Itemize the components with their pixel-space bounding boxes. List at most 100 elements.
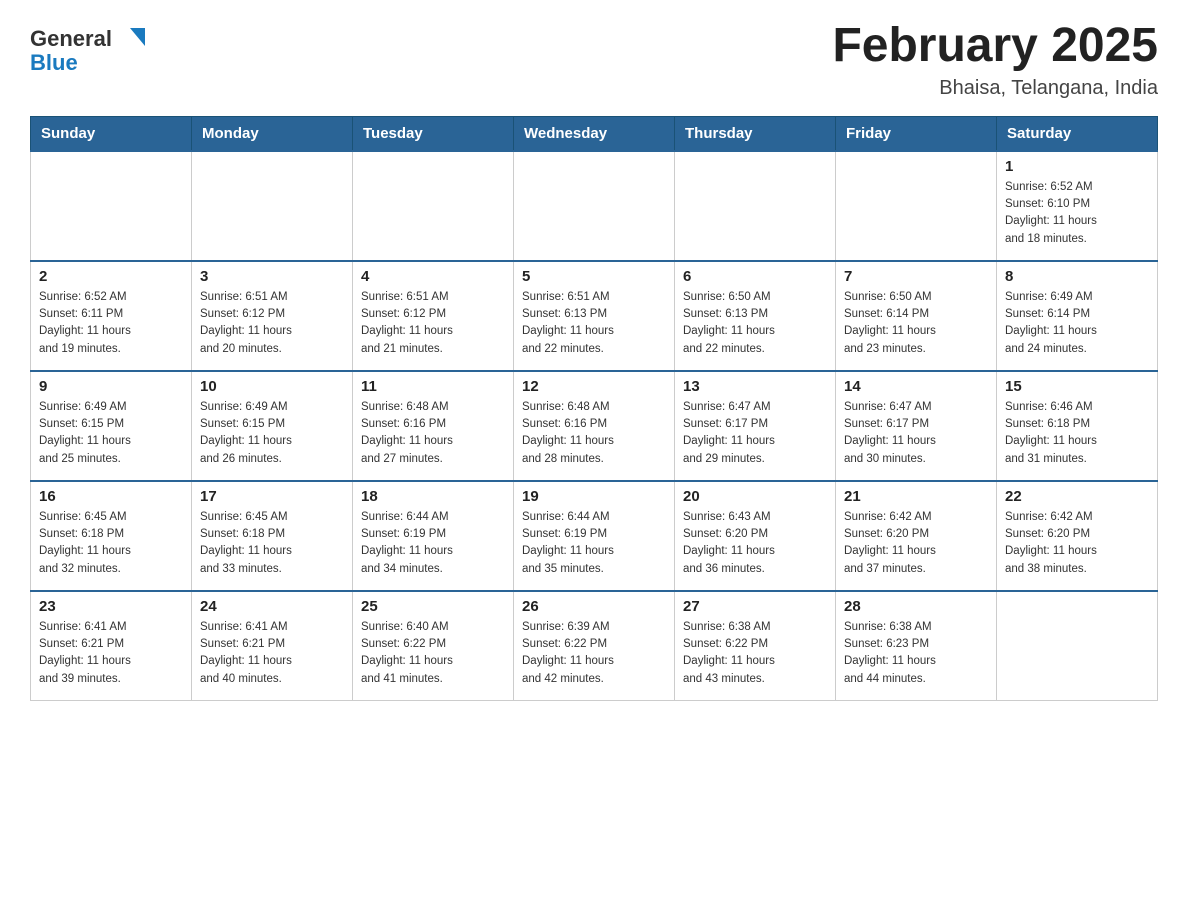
calendar-cell: 8 Sunrise: 6:49 AMSunset: 6:14 PMDaylight… xyxy=(997,261,1158,371)
day-number: 7 xyxy=(844,268,988,285)
day-number: 17 xyxy=(200,488,344,505)
day-info: Sunrise: 6:52 AMSunset: 6:11 PMDaylight:… xyxy=(39,289,183,358)
day-number: 11 xyxy=(361,378,505,395)
svg-text:General: General xyxy=(30,26,112,51)
day-info: Sunrise: 6:42 AMSunset: 6:20 PMDaylight:… xyxy=(1005,509,1149,578)
header-monday: Monday xyxy=(192,116,353,151)
calendar-cell: 3 Sunrise: 6:51 AMSunset: 6:12 PMDaylight… xyxy=(192,261,353,371)
calendar-cell: 6 Sunrise: 6:50 AMSunset: 6:13 PMDaylight… xyxy=(675,261,836,371)
day-info: Sunrise: 6:49 AMSunset: 6:15 PMDaylight:… xyxy=(200,399,344,468)
day-number: 26 xyxy=(522,598,666,615)
day-info: Sunrise: 6:44 AMSunset: 6:19 PMDaylight:… xyxy=(361,509,505,578)
logo-svg: General Blue xyxy=(30,20,160,75)
calendar-cell: 17 Sunrise: 6:45 AMSunset: 6:18 PMDayligh… xyxy=(192,481,353,591)
month-title: February 2025 xyxy=(832,20,1158,73)
calendar-cell: 28Sunrise: 6:38 AMSunset: 6:23 PMDayligh… xyxy=(836,591,997,701)
day-number: 18 xyxy=(361,488,505,505)
svg-text:Blue: Blue xyxy=(30,50,78,75)
calendar-cell: 7 Sunrise: 6:50 AMSunset: 6:14 PMDaylight… xyxy=(836,261,997,371)
weekday-header-row: Sunday Monday Tuesday Wednesday Thursday… xyxy=(31,116,1158,151)
day-number: 2 xyxy=(39,268,183,285)
day-number: 14 xyxy=(844,378,988,395)
calendar-cell xyxy=(836,151,997,261)
day-number: 5 xyxy=(522,268,666,285)
calendar-cell: 4Sunrise: 6:51 AMSunset: 6:12 PMDaylight… xyxy=(353,261,514,371)
calendar-cell: 23 Sunrise: 6:41 AMSunset: 6:21 PMDayligh… xyxy=(31,591,192,701)
calendar-cell xyxy=(353,151,514,261)
logo: General Blue xyxy=(30,20,160,81)
week-row-1: 2 Sunrise: 6:52 AMSunset: 6:11 PMDaylight… xyxy=(31,261,1158,371)
week-row-3: 16 Sunrise: 6:45 AMSunset: 6:18 PMDayligh… xyxy=(31,481,1158,591)
calendar-cell: 11 Sunrise: 6:48 AMSunset: 6:16 PMDayligh… xyxy=(353,371,514,481)
day-number: 24 xyxy=(200,598,344,615)
page-header: General Blue February 2025 Bhaisa, Telan… xyxy=(30,20,1158,100)
day-info: Sunrise: 6:49 AMSunset: 6:15 PMDaylight:… xyxy=(39,399,183,468)
calendar-cell: 16 Sunrise: 6:45 AMSunset: 6:18 PMDayligh… xyxy=(31,481,192,591)
header-tuesday: Tuesday xyxy=(353,116,514,151)
header-friday: Friday xyxy=(836,116,997,151)
calendar-cell: 20Sunrise: 6:43 AMSunset: 6:20 PMDayligh… xyxy=(675,481,836,591)
day-info: Sunrise: 6:50 AMSunset: 6:14 PMDaylight:… xyxy=(844,289,988,358)
day-number: 6 xyxy=(683,268,827,285)
calendar-cell: 5Sunrise: 6:51 AMSunset: 6:13 PMDaylight… xyxy=(514,261,675,371)
calendar-cell: 1Sunrise: 6:52 AMSunset: 6:10 PMDaylight… xyxy=(997,151,1158,261)
calendar-cell: 21Sunrise: 6:42 AMSunset: 6:20 PMDayligh… xyxy=(836,481,997,591)
calendar-cell: 2 Sunrise: 6:52 AMSunset: 6:11 PMDaylight… xyxy=(31,261,192,371)
day-number: 23 xyxy=(39,598,183,615)
day-number: 9 xyxy=(39,378,183,395)
day-number: 15 xyxy=(1005,378,1149,395)
day-info: Sunrise: 6:45 AMSunset: 6:18 PMDaylight:… xyxy=(200,509,344,578)
day-info: Sunrise: 6:44 AMSunset: 6:19 PMDaylight:… xyxy=(522,509,666,578)
day-number: 12 xyxy=(522,378,666,395)
day-number: 8 xyxy=(1005,268,1149,285)
calendar-cell: 24 Sunrise: 6:41 AMSunset: 6:21 PMDayligh… xyxy=(192,591,353,701)
calendar-cell: 9 Sunrise: 6:49 AMSunset: 6:15 PMDaylight… xyxy=(31,371,192,481)
calendar-cell: 19 Sunrise: 6:44 AMSunset: 6:19 PMDayligh… xyxy=(514,481,675,591)
day-info: Sunrise: 6:46 AMSunset: 6:18 PMDaylight:… xyxy=(1005,399,1149,468)
calendar-table: Sunday Monday Tuesday Wednesday Thursday… xyxy=(30,116,1158,702)
day-number: 3 xyxy=(200,268,344,285)
location-title: Bhaisa, Telangana, India xyxy=(832,77,1158,100)
day-number: 27 xyxy=(683,598,827,615)
day-number: 4 xyxy=(361,268,505,285)
calendar-cell: 18 Sunrise: 6:44 AMSunset: 6:19 PMDayligh… xyxy=(353,481,514,591)
day-info: Sunrise: 6:38 AMSunset: 6:22 PMDaylight:… xyxy=(683,619,827,688)
day-number: 1 xyxy=(1005,158,1149,175)
header-sunday: Sunday xyxy=(31,116,192,151)
calendar-cell xyxy=(997,591,1158,701)
day-info: Sunrise: 6:41 AMSunset: 6:21 PMDaylight:… xyxy=(200,619,344,688)
day-info: Sunrise: 6:51 AMSunset: 6:12 PMDaylight:… xyxy=(200,289,344,358)
day-info: Sunrise: 6:50 AMSunset: 6:13 PMDaylight:… xyxy=(683,289,827,358)
calendar-cell xyxy=(31,151,192,261)
day-number: 28 xyxy=(844,598,988,615)
week-row-2: 9 Sunrise: 6:49 AMSunset: 6:15 PMDaylight… xyxy=(31,371,1158,481)
header-saturday: Saturday xyxy=(997,116,1158,151)
day-info: Sunrise: 6:39 AMSunset: 6:22 PMDaylight:… xyxy=(522,619,666,688)
calendar-cell: 25Sunrise: 6:40 AMSunset: 6:22 PMDayligh… xyxy=(353,591,514,701)
day-number: 16 xyxy=(39,488,183,505)
calendar-cell xyxy=(514,151,675,261)
calendar-cell xyxy=(675,151,836,261)
day-info: Sunrise: 6:48 AMSunset: 6:16 PMDaylight:… xyxy=(361,399,505,468)
day-number: 22 xyxy=(1005,488,1149,505)
header-wednesday: Wednesday xyxy=(514,116,675,151)
header-thursday: Thursday xyxy=(675,116,836,151)
day-info: Sunrise: 6:48 AMSunset: 6:16 PMDaylight:… xyxy=(522,399,666,468)
day-info: Sunrise: 6:41 AMSunset: 6:21 PMDaylight:… xyxy=(39,619,183,688)
calendar-cell xyxy=(192,151,353,261)
day-info: Sunrise: 6:47 AMSunset: 6:17 PMDaylight:… xyxy=(844,399,988,468)
calendar-cell: 13Sunrise: 6:47 AMSunset: 6:17 PMDayligh… xyxy=(675,371,836,481)
calendar-cell: 26 Sunrise: 6:39 AMSunset: 6:22 PMDayligh… xyxy=(514,591,675,701)
day-info: Sunrise: 6:45 AMSunset: 6:18 PMDaylight:… xyxy=(39,509,183,578)
day-number: 19 xyxy=(522,488,666,505)
day-info: Sunrise: 6:49 AMSunset: 6:14 PMDaylight:… xyxy=(1005,289,1149,358)
day-info: Sunrise: 6:42 AMSunset: 6:20 PMDaylight:… xyxy=(844,509,988,578)
calendar-cell: 14 Sunrise: 6:47 AMSunset: 6:17 PMDayligh… xyxy=(836,371,997,481)
calendar-cell: 10Sunrise: 6:49 AMSunset: 6:15 PMDayligh… xyxy=(192,371,353,481)
calendar-cell: 22 Sunrise: 6:42 AMSunset: 6:20 PMDayligh… xyxy=(997,481,1158,591)
calendar-cell: 12 Sunrise: 6:48 AMSunset: 6:16 PMDayligh… xyxy=(514,371,675,481)
day-number: 25 xyxy=(361,598,505,615)
week-row-0: 1Sunrise: 6:52 AMSunset: 6:10 PMDaylight… xyxy=(31,151,1158,261)
week-row-4: 23 Sunrise: 6:41 AMSunset: 6:21 PMDayligh… xyxy=(31,591,1158,701)
day-info: Sunrise: 6:47 AMSunset: 6:17 PMDaylight:… xyxy=(683,399,827,468)
